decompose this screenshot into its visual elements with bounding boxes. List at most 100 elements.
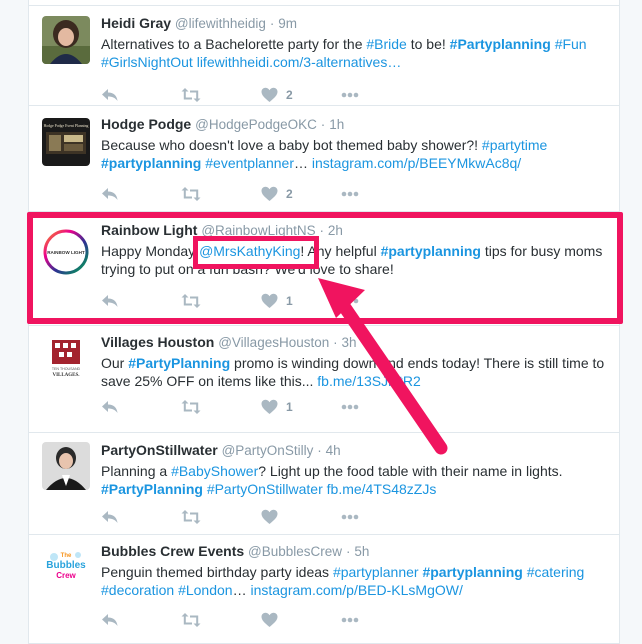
tweet-timestamp[interactable]: 2h: [328, 223, 343, 238]
reply-icon: [102, 89, 118, 101]
like-button[interactable]: [261, 610, 286, 630]
tweet-header: Hodge Podge @HodgePodgeOKC · 1h: [101, 116, 345, 132]
mention-link[interactable]: @MrsKathyKing: [199, 243, 300, 259]
retweet-button[interactable]: [181, 507, 201, 527]
hashtag-link[interactable]: #partyplanning: [101, 155, 201, 171]
author-handle[interactable]: @BubblesCrew: [248, 544, 342, 559]
tweet-item[interactable]: TEN THOUSAND VILLAGES. Villages Houston …: [29, 326, 619, 433]
author-handle[interactable]: @lifewithheidig: [175, 16, 266, 31]
hashtag-link[interactable]: #Partyplanning: [450, 36, 551, 52]
avatar[interactable]: TEN THOUSAND VILLAGES.: [42, 334, 90, 382]
author-name[interactable]: Rainbow Light: [101, 222, 197, 238]
author-handle[interactable]: @PartyOnStilly: [222, 443, 314, 458]
avatar[interactable]: [42, 442, 90, 490]
tweet-item[interactable]: RAINBOW LIGHT Rainbow Light @RainbowLigh…: [29, 212, 619, 326]
reply-button[interactable]: [101, 397, 119, 417]
reply-button[interactable]: [101, 610, 119, 630]
url-link[interactable]: fb.me/13SJi6tR2: [317, 373, 421, 389]
tweet-timestamp[interactable]: 9m: [278, 16, 297, 31]
url-link[interactable]: lifewithheidi.com/3-alternatives…: [197, 54, 402, 70]
tweet-text-segment: Alternatives to a Bachelorette party for…: [101, 36, 367, 52]
more-button[interactable]: [341, 184, 359, 204]
reply-button[interactable]: [101, 184, 119, 204]
more-button[interactable]: [341, 507, 359, 527]
heart-icon: [261, 399, 278, 414]
tweet-item[interactable]: PartyOnStillwater @PartyOnStilly · 4h Pl…: [29, 433, 619, 535]
tweet-item[interactable]: Heidi Gray @lifewithheidig · 9m Alternat…: [29, 6, 619, 106]
tweet-header: PartyOnStillwater @PartyOnStilly · 4h: [101, 442, 341, 458]
tweet-timestamp[interactable]: 3h: [342, 335, 357, 350]
retweet-icon: [181, 613, 201, 627]
url-link[interactable]: instagram.com/p/BEEYMkwAc8q/: [312, 155, 521, 171]
like-button[interactable]: 1: [261, 397, 293, 417]
hashtag-link[interactable]: #PartyOnStillwater: [207, 481, 323, 497]
tweet-text: Alternatives to a Bachelorette party for…: [101, 35, 609, 71]
author-handle[interactable]: @RainbowLightNS: [201, 223, 315, 238]
like-button[interactable]: 2: [261, 85, 293, 105]
tweet-timestamp[interactable]: 1h: [329, 117, 344, 132]
like-button[interactable]: 1: [261, 291, 293, 311]
hashtag-link[interactable]: #Fun: [555, 36, 587, 52]
retweet-button[interactable]: [181, 184, 201, 204]
retweet-button[interactable]: [181, 397, 201, 417]
tweet-item[interactable]: The Bubbles Crew Bubbles Crew Events @Bu…: [29, 535, 619, 644]
like-count: 1: [286, 294, 293, 308]
more-icon: [341, 92, 359, 98]
tweet-item[interactable]: Hodge Podge Event Planning Hodge Podge @…: [29, 106, 619, 212]
hashtag-link[interactable]: #partyplanner: [333, 564, 419, 580]
hashtag-link[interactable]: #GirlsNightOut: [101, 54, 193, 70]
url-link[interactable]: fb.me/4TS48zZJs: [327, 481, 437, 497]
svg-text:VILLAGES.: VILLAGES.: [52, 373, 80, 378]
author-name[interactable]: Hodge Podge: [101, 116, 191, 132]
hashtag-link[interactable]: #BabyShower: [171, 463, 258, 479]
more-icon: [341, 617, 359, 623]
tweet-text-segment: Planning a: [101, 463, 172, 479]
more-button[interactable]: [341, 610, 359, 630]
avatar[interactable]: RAINBOW LIGHT: [42, 228, 90, 276]
hashtag-link[interactable]: #Bride: [366, 36, 406, 52]
more-button[interactable]: [341, 85, 359, 105]
avatar[interactable]: [42, 16, 90, 64]
avatar[interactable]: The Bubbles Crew: [42, 543, 90, 591]
more-button[interactable]: [341, 291, 359, 311]
heart-icon: [261, 186, 278, 201]
author-name[interactable]: Villages Houston: [101, 334, 214, 350]
retweet-button[interactable]: [181, 85, 201, 105]
retweet-icon: [181, 294, 201, 308]
avatar[interactable]: Hodge Podge Event Planning: [42, 118, 90, 166]
reply-button[interactable]: [101, 291, 119, 311]
hashtag-link[interactable]: #eventplanner: [205, 155, 294, 171]
hashtag-link[interactable]: #decoration: [101, 582, 174, 598]
hashtag-link[interactable]: #PartyPlanning: [101, 481, 203, 497]
tweet-text: Penguin themed birthday party ideas #par…: [101, 563, 609, 599]
tweet-header: Heidi Gray @lifewithheidig · 9m: [101, 15, 297, 31]
hashtag-link[interactable]: #partyplanning: [422, 564, 522, 580]
retweet-button[interactable]: [181, 291, 201, 311]
like-button[interactable]: 2: [261, 184, 293, 204]
retweet-button[interactable]: [181, 610, 201, 630]
author-handle[interactable]: @VillagesHouston: [218, 335, 329, 350]
hashtag-link[interactable]: #partytime: [482, 137, 547, 153]
like-button[interactable]: [261, 507, 286, 527]
hashtag-link[interactable]: #London: [178, 582, 233, 598]
tweet-timestamp[interactable]: 4h: [326, 443, 341, 458]
tweet-timestamp[interactable]: 5h: [354, 544, 369, 559]
reply-button[interactable]: [101, 507, 119, 527]
author-name[interactable]: Bubbles Crew Events: [101, 543, 244, 559]
svg-text:The: The: [61, 553, 72, 559]
hashtag-link[interactable]: #PartyPlanning: [128, 355, 230, 371]
author-name[interactable]: Heidi Gray: [101, 15, 171, 31]
svg-text:Crew: Crew: [56, 571, 76, 580]
hashtag-link[interactable]: #catering: [527, 564, 585, 580]
author-handle[interactable]: @HodgePodgeOKC: [195, 117, 317, 132]
url-link[interactable]: instagram.com/p/BED-KLsMgOW/: [250, 582, 462, 598]
hashtag-link[interactable]: #partyplanning: [381, 243, 481, 259]
tweet-text-segment: ? Light up the food table with their nam…: [258, 463, 563, 479]
more-icon: [341, 298, 359, 304]
reply-button[interactable]: [101, 85, 119, 105]
retweet-icon: [181, 88, 201, 102]
heart-icon: [261, 293, 278, 308]
more-button[interactable]: [341, 397, 359, 417]
tweet-text-segment: ! Any helpful: [300, 243, 381, 259]
author-name[interactable]: PartyOnStillwater: [101, 442, 218, 458]
